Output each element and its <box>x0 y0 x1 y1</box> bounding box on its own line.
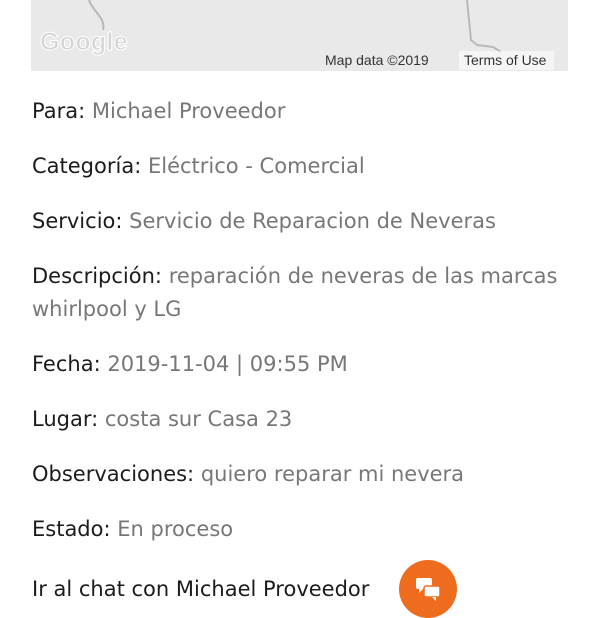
chat-bubbles-icon <box>416 578 441 601</box>
detail-observaciones: Observaciones: quiero reparar mi nevera <box>32 458 572 491</box>
fecha-label: Fecha: <box>32 352 101 376</box>
fecha-value: 2019-11-04 | 09:55 PM <box>107 352 348 376</box>
estado-label: Estado: <box>32 517 111 541</box>
detail-descripcion: Descripción: reparación de neveras de la… <box>32 260 572 326</box>
para-label: Para: <box>32 99 86 123</box>
google-logo: Google <box>40 28 129 57</box>
lugar-label: Lugar: <box>32 407 99 431</box>
terms-of-use-link[interactable]: Terms of Use <box>459 51 555 70</box>
categoria-value: Eléctrico - Comercial <box>147 154 365 178</box>
chat-button[interactable] <box>399 560 457 618</box>
detail-servicio: Servicio: Servicio de Reparacion de Neve… <box>32 205 572 238</box>
para-value: Michael Proveedor <box>91 99 286 123</box>
estado-value: En proceso <box>117 517 234 541</box>
observaciones-value: quiero reparar mi nevera <box>200 462 465 486</box>
servicio-label: Servicio: <box>32 209 123 233</box>
servicio-value: Servicio de Reparacion de Neveras <box>129 209 496 233</box>
detail-lugar: Lugar: costa sur Casa 23 <box>32 403 572 436</box>
chat-link-label[interactable]: Ir al chat con Michael Proveedor <box>32 573 369 606</box>
detail-para: Para: Michael Proveedor <box>32 95 572 128</box>
observaciones-label: Observaciones: <box>32 462 195 486</box>
map-data-attribution: Map data ©2019 <box>325 52 429 68</box>
descripcion-label: Descripción: <box>32 264 162 288</box>
request-details: Para: Michael Proveedor Categoría: Eléct… <box>32 95 572 546</box>
detail-fecha: Fecha: 2019-11-04 | 09:55 PM <box>32 348 572 381</box>
map-view[interactable]: Google Map data ©2019 Terms of Use <box>31 0 568 71</box>
lugar-value: costa sur Casa 23 <box>104 407 293 431</box>
detail-estado: Estado: En proceso <box>32 513 572 546</box>
categoria-label: Categoría: <box>32 154 142 178</box>
detail-categoria: Categoría: Eléctrico - Comercial <box>32 150 572 183</box>
